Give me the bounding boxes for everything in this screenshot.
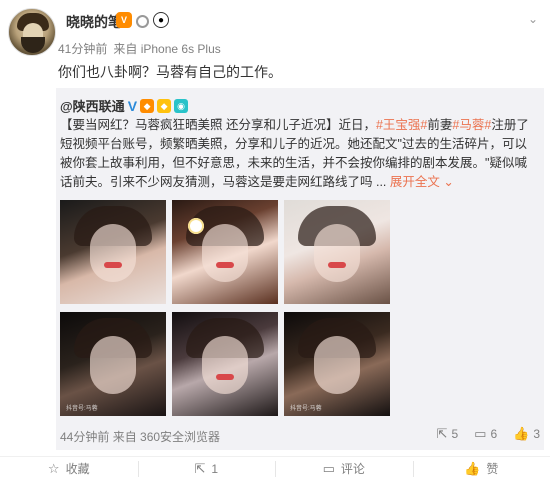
repost-like-button[interactable]: 👍 3: [513, 426, 540, 442]
repost-counts: ⇱ 5 ▭ 6 👍 3: [437, 426, 540, 442]
panda-badge-icon[interactable]: ●: [153, 12, 169, 28]
repost-text-part: 前妻: [427, 118, 453, 132]
photo-face: [314, 224, 360, 282]
photo-face: [90, 224, 136, 282]
star-icon: ☆: [47, 460, 60, 476]
repost-text-part: 【要当网红？马蓉疯狂晒美照 还分享和儿子近况】近日，: [60, 118, 376, 132]
comment-icon: ▭: [322, 460, 335, 476]
photo-thumbnail[interactable]: [172, 200, 278, 304]
expand-full-text-link[interactable]: 展开全文: [390, 175, 440, 189]
avatar-beard: [21, 37, 45, 53]
username[interactable]: 晓晓的笔: [66, 12, 122, 32]
flower-icon: [188, 218, 204, 234]
hashtag-link[interactable]: #马蓉#: [452, 118, 491, 132]
vip-badge-icon[interactable]: V: [116, 12, 132, 28]
ring-badge-icon[interactable]: [136, 14, 149, 28]
comment-count: 6: [490, 427, 498, 441]
repost-source[interactable]: 来自 360安全浏览器: [113, 430, 220, 444]
camera-badge-icon[interactable]: ◉: [174, 98, 189, 113]
photo-lips: [216, 374, 234, 380]
repost-time[interactable]: 44分钟前: [60, 430, 109, 444]
forward-button[interactable]: ⇱ 1: [137, 457, 276, 480]
photo-face: [202, 224, 248, 282]
comment-button[interactable]: ▭ 评论: [275, 457, 413, 480]
like-label: 赞: [486, 462, 499, 476]
photo-watermark: 抖音号:马蓉: [66, 406, 98, 412]
photo-thumbnail[interactable]: [284, 200, 390, 304]
photo-face: [90, 336, 136, 394]
favorite-label: 收藏: [65, 462, 90, 476]
vip-badge-icon[interactable]: ◆: [157, 98, 172, 113]
share-count: 5: [451, 427, 459, 441]
post-time[interactable]: 41分钟前: [58, 42, 107, 56]
user-badges: V ●: [116, 12, 169, 28]
repost-share-button[interactable]: ⇱ 5: [437, 426, 459, 442]
photo-lips: [216, 262, 234, 268]
forward-count: 1: [211, 461, 219, 476]
repost-comment-button[interactable]: ▭ 6: [474, 426, 497, 442]
post-meta: 41分钟前 来自 iPhone 6s Plus: [58, 40, 221, 57]
chevron-down-icon[interactable]: ⌄: [528, 12, 538, 26]
photo-thumbnail[interactable]: 抖音号:马蓉: [60, 312, 166, 416]
photo-lips: [328, 262, 346, 268]
thumbs-up-icon: 👍: [464, 460, 481, 476]
verified-icon: V: [127, 97, 138, 114]
photo-watermark: 抖音号:马蓉: [290, 406, 322, 412]
comment-label: 评论: [340, 462, 365, 476]
post-text: 你们也八卦啊？马蓉有自己的工作。: [58, 64, 282, 80]
photo-thumbnail[interactable]: [172, 312, 278, 416]
photo-lips: [104, 262, 122, 268]
avatar[interactable]: [8, 8, 56, 56]
weibo-post-card: 晓晓的笔 V ● ⌄ 41分钟前 来自 iPhone 6s Plus 你们也八卦啊…: [0, 0, 550, 480]
photo-thumbnail[interactable]: [60, 200, 166, 304]
hashtag-link[interactable]: #王宝强#: [376, 118, 427, 132]
comment-icon: ▭: [474, 426, 487, 441]
photo-face: [314, 336, 360, 394]
like-button[interactable]: 👍 赞: [412, 457, 550, 480]
share-icon: ⇱: [194, 460, 206, 476]
repost-text: 【要当网红？马蓉疯狂晒美照 还分享和儿子近况】近日，#王宝强#前妻#马蓉#注册了…: [60, 116, 538, 192]
repost-author-row: @陕西联通 V ◆ ◆ ◉: [60, 96, 189, 115]
thumbs-up-icon: 👍: [513, 426, 530, 441]
chevron-down-icon[interactable]: ⌄: [440, 175, 453, 189]
photo-face: [202, 336, 248, 394]
action-bar: ☆ 收藏 ⇱ 1 ▭ 评论 👍 赞: [0, 456, 550, 480]
repost-meta: 44分钟前 来自 360安全浏览器: [60, 428, 220, 445]
repost-author[interactable]: @陕西联通: [60, 96, 125, 115]
favorite-button[interactable]: ☆ 收藏: [0, 457, 138, 480]
share-icon: ⇱: [436, 426, 448, 441]
repost-box: @陕西联通 V ◆ ◆ ◉ 【要当网红？马蓉疯狂晒美照 还分享和儿子近况】近日，…: [56, 88, 544, 450]
post-source[interactable]: 来自 iPhone 6s Plus: [113, 42, 220, 56]
level-badge-icon[interactable]: ◆: [140, 98, 155, 113]
photo-thumbnail[interactable]: 抖音号:马蓉: [284, 312, 390, 416]
like-count: 3: [533, 427, 540, 441]
